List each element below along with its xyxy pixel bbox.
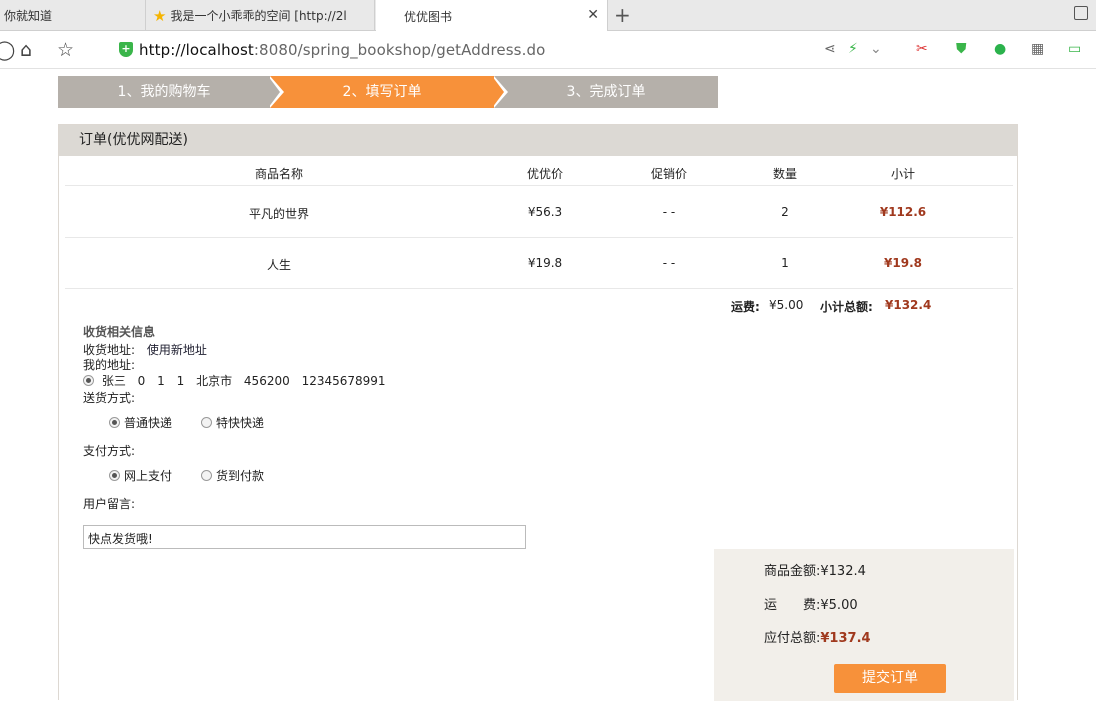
item-promo: - - — [662, 256, 676, 270]
close-icon[interactable]: ✕ — [587, 7, 599, 23]
address-bar: ◯ ⌂ ☆ + http://localhost:8080/spring_boo… — [0, 31, 1096, 69]
item-price: ¥56.3 — [527, 205, 563, 219]
url-path: :8080/spring_bookshop/getAddress.do — [253, 41, 546, 59]
payable-line: 应付总额:¥137.4 — [764, 627, 871, 646]
payment-option-online[interactable]: 网上支付 — [109, 467, 172, 484]
radio-button[interactable] — [109, 417, 120, 428]
lightning-icon[interactable]: ⚡ — [848, 41, 858, 57]
item-name[interactable]: 平凡的世界 — [209, 205, 349, 222]
chat-icon[interactable]: ● — [994, 41, 1006, 57]
apps-icon[interactable]: ▦ — [1031, 41, 1044, 57]
goods-amount-value: ¥132.4 — [820, 564, 866, 579]
table-row: 人生 ¥19.8 - - 1 ¥19.8 — [65, 238, 1013, 289]
freight-line: 运 费:¥5.00 — [764, 594, 858, 613]
item-subtotal: ¥19.8 — [884, 256, 922, 270]
item-qty: 2 — [781, 205, 789, 219]
my-address-label: 我的地址: — [83, 358, 136, 372]
payment-option-cod[interactable]: 货到付款 — [201, 467, 264, 484]
column-promo: 促销价 — [650, 167, 687, 181]
step-complete: 3、完成订单 — [494, 76, 718, 108]
address-phone: 12345678991 — [301, 374, 386, 388]
freight-value: ¥5.00 — [769, 298, 804, 312]
address-option[interactable]: 张三 0 1 1 北京市 456200 12345678991 — [83, 372, 394, 389]
payable-label: 应付总额: — [764, 631, 821, 646]
step-arrow — [492, 76, 504, 108]
url-input[interactable]: http://localhost:8080/spring_bookshop/ge… — [139, 41, 545, 59]
address-zip: 456200 — [243, 374, 290, 388]
column-subtotal: 小计 — [890, 167, 915, 181]
summary-freight-value: ¥5.00 — [820, 598, 858, 613]
url-host: http://localhost — [139, 41, 254, 59]
tab-2[interactable]: ★ 我是一个小乖乖的空间 [http://2l — [147, 0, 375, 31]
tab-title: 我是一个小乖乖的空间 [http://2l — [170, 9, 347, 23]
delivery-option-standard[interactable]: 普通快递 — [109, 414, 172, 431]
address-name: 张三 — [101, 374, 126, 388]
goods-amount-line: 商品金额:¥132.4 — [764, 560, 866, 579]
table-row: 平凡的世界 ¥56.3 - - 2 ¥112.6 — [65, 187, 1013, 238]
address-radio[interactable] — [83, 375, 94, 386]
tab-title: 你就知道 — [4, 9, 53, 23]
payment-label: 支付方式: — [83, 444, 136, 458]
checkout-steps: 1、我的购物车 2、填写订单 3、完成订单 — [58, 76, 718, 108]
item-subtotal: ¥112.6 — [879, 205, 927, 219]
radio-button[interactable] — [201, 417, 212, 428]
step-arrow — [268, 76, 280, 108]
security-shield-icon: + — [119, 42, 133, 57]
chevron-down-icon[interactable]: ⌄ — [870, 41, 882, 57]
message-input[interactable]: 快点发货哦! — [83, 525, 526, 549]
tab-1[interactable]: 你就知道 — [0, 0, 146, 31]
total-label: 小计总额: — [820, 300, 873, 314]
wallet-icon[interactable]: ⛊ — [956, 41, 967, 57]
address-field: 0 — [137, 374, 146, 388]
favorite-star-icon[interactable]: ☆ — [57, 39, 74, 61]
step-cart: 1、我的购物车 — [58, 76, 270, 108]
option-label: 普通快递 — [124, 416, 173, 430]
battery-icon: ▭ — [1068, 41, 1082, 57]
delivery-option-express[interactable]: 特快快递 — [201, 414, 264, 431]
item-qty: 1 — [781, 256, 789, 270]
shipping-section-title: 收货相关信息 — [83, 325, 156, 339]
order-panel: 订单(优优网配送) 商品名称 优优价 促销价 数量 小计 平凡的世界 ¥56.3… — [58, 124, 1018, 701]
option-label: 特快快递 — [216, 416, 265, 430]
scissors-icon[interactable]: ✂ — [916, 41, 928, 57]
item-promo: - - — [662, 205, 676, 219]
radio-button[interactable] — [201, 470, 212, 481]
column-qty: 数量 — [772, 167, 797, 181]
option-label: 货到付款 — [216, 469, 265, 483]
submit-order-button[interactable]: 提交订单 — [834, 664, 946, 693]
skin-icon[interactable] — [1074, 6, 1088, 20]
column-price: 优优价 — [526, 167, 563, 181]
delivery-label: 送货方式: — [83, 391, 136, 405]
back-icon[interactable]: ◯ — [0, 39, 15, 61]
browser-tab-bar: 你就知道 ★ 我是一个小乖乖的空间 [http://2l 优优图书 ✕ + — [0, 0, 1096, 32]
order-summary: 商品金额:¥132.4 运 费:¥5.00 应付总额:¥137.4 提交订单 — [714, 549, 1014, 701]
column-name: 商品名称 — [254, 167, 303, 181]
new-address-link[interactable]: 使用新地址 — [147, 343, 207, 357]
message-label: 用户留言: — [83, 497, 136, 511]
home-icon[interactable]: ⌂ — [20, 39, 32, 61]
new-tab-icon[interactable]: + — [614, 3, 631, 27]
star-icon: ★ — [153, 6, 167, 25]
address-field: 1 — [157, 374, 165, 388]
total-value: ¥132.4 — [885, 298, 932, 312]
address-label: 收货地址: — [83, 343, 136, 357]
item-name[interactable]: 人生 — [209, 256, 349, 273]
address-field: 1 — [176, 374, 185, 388]
table-header: 商品名称 优优价 促销价 数量 小计 — [65, 156, 1013, 186]
summary-freight-label: 运 费: — [764, 598, 821, 613]
step-fill-order: 2、填写订单 — [270, 76, 494, 108]
option-label: 网上支付 — [124, 469, 173, 483]
freight-label: 运费: — [731, 300, 760, 314]
payable-value: ¥137.4 — [820, 631, 871, 646]
radio-button[interactable] — [109, 470, 120, 481]
share-icon[interactable]: ⋖ — [824, 41, 836, 57]
order-title: 订单(优优网配送) — [59, 125, 1017, 156]
address-city: 北京市 — [196, 374, 233, 388]
tab-title: 优优图书 — [404, 9, 453, 24]
goods-amount-label: 商品金额: — [764, 564, 821, 579]
tab-active[interactable]: 优优图书 ✕ — [376, 0, 608, 32]
item-price: ¥19.8 — [527, 256, 563, 270]
